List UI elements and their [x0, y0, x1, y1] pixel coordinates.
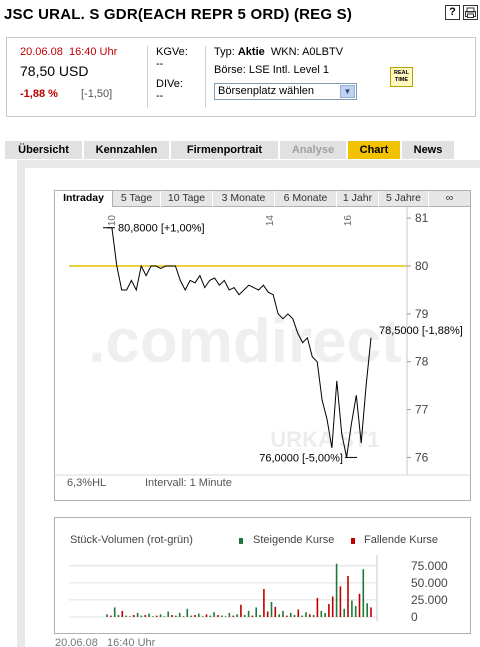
annotation-last: 78,5000 [-1,88%]: [379, 325, 463, 337]
price-chart: Intraday 5 Tage 10 Tage 3 Monate 6 Monat…: [54, 190, 471, 501]
volume-title: Stück-Volumen (rot-grün): [70, 534, 193, 546]
range-tab-6-monate[interactable]: 6 Monate: [275, 191, 337, 207]
div-label: DIVe:: [156, 78, 183, 90]
x-tick-label: 10: [107, 215, 118, 227]
kgv-value: --: [156, 58, 164, 70]
divider: [147, 46, 148, 108]
page-title: JSC URAL. S GDR(EACH REPR 5 ORD) (REG S): [4, 6, 353, 23]
watermark-sub: URKA ST1: [270, 427, 379, 452]
typ-row: Typ: Aktie WKN: A0LBTV: [214, 46, 344, 58]
chart-range-tabs: Intraday 5 Tage 10 Tage 3 Monate 6 Monat…: [55, 191, 470, 207]
x-tick-label: 14: [265, 215, 276, 227]
chart-hl: 6,3%HL: [67, 477, 107, 489]
volume-chart-svg: 75.000 50.000 25.000 0: [69, 555, 448, 624]
footer-timestamp: 20.06.08 16:40 Uhr: [55, 637, 155, 647]
range-tab-1-jahr[interactable]: 1 Jahr: [337, 191, 379, 207]
range-tab-3-monate[interactable]: 3 Monate: [213, 191, 275, 207]
quote-box: 20.06.08 16:40 Uhr 78,50 USD -1,88 % [-1…: [6, 37, 476, 117]
range-tab-5-jahre[interactable]: 5 Jahre: [379, 191, 429, 207]
exchange-select[interactable]: Börsenplatz wählen ▼: [214, 83, 357, 100]
annotation-low: 76,0000 [-5,00%]: [259, 452, 343, 464]
tab-kennzahlen[interactable]: Kennzahlen: [84, 141, 169, 159]
legend-up: Steigende Kurse: [253, 534, 335, 546]
y-tick-label: 79: [415, 307, 429, 321]
y-tick-label: 76: [415, 450, 429, 464]
quote-change-pct: -1,88 %: [20, 88, 58, 100]
kgv-label: KGVe:: [156, 46, 188, 58]
quote-price: 78,50 USD: [20, 63, 89, 79]
range-tab-intraday[interactable]: Intraday: [55, 191, 113, 207]
help-icon[interactable]: ?: [445, 5, 460, 20]
tab-chart[interactable]: Chart: [348, 141, 400, 159]
y-tick-label: 78: [415, 355, 429, 369]
y-tick-label: 81: [415, 211, 429, 225]
y-tick-label: 80: [415, 259, 429, 273]
chevron-down-icon[interactable]: ▼: [340, 85, 355, 98]
annotation-high: 80,8000 [+1,00%]: [118, 223, 205, 235]
boerse-row: Börse: LSE Intl. Level 1: [214, 64, 329, 76]
y-tick-label: 75.000: [411, 559, 448, 573]
footer-time: 16:40 Uhr: [107, 637, 156, 647]
tab-news[interactable]: News: [402, 141, 454, 159]
range-tab-10-tage[interactable]: 10 Tage: [161, 191, 213, 207]
quote-change-abs: [-1,50]: [81, 88, 113, 100]
wkn-value: A0LBTV: [302, 46, 344, 58]
quote-datetime: 20.06.08 16:40 Uhr: [20, 46, 117, 58]
tab-firmenportrait[interactable]: Firmenportrait: [171, 141, 278, 159]
y-tick-label: 50.000: [411, 576, 448, 590]
legend-down-marker: [351, 538, 355, 544]
typ-value: Aktie: [237, 46, 265, 58]
print-icon[interactable]: [463, 5, 478, 20]
legend-up-marker: [239, 538, 243, 544]
tab-uebersicht[interactable]: Übersicht: [5, 141, 82, 159]
legend-down: Fallende Kurse: [364, 534, 438, 546]
realtime-icon[interactable]: REAL TIME: [390, 67, 413, 87]
price-chart-svg: .comdirect URKA ST1 81 80 79 78 77 76 10 14 16 80,8…: [55, 207, 470, 476]
chart-interval: Intervall: 1 Minute: [145, 477, 232, 489]
div-value: --: [156, 90, 164, 102]
watermark-main: .comdirect: [88, 307, 402, 376]
range-tab-5-tage[interactable]: 5 Tage: [113, 191, 161, 207]
footer-date: 20.06.08: [55, 637, 98, 647]
quote-time: 16:40 Uhr: [68, 46, 118, 58]
divider: [205, 46, 206, 108]
quote-date: 20.06.08: [20, 46, 63, 58]
boerse-value: LSE Intl. Level 1: [248, 64, 329, 76]
y-tick-label: 0: [411, 610, 418, 624]
y-tick-label: 25.000: [411, 593, 448, 607]
volume-chart: Stück-Volumen (rot-grün) Steigende Kurse…: [54, 517, 471, 634]
y-tick-label: 77: [415, 403, 429, 417]
tab-analyse: Analyse: [280, 141, 346, 159]
range-tab-max[interactable]: ∞: [429, 191, 470, 207]
x-tick-label: 16: [343, 215, 354, 227]
